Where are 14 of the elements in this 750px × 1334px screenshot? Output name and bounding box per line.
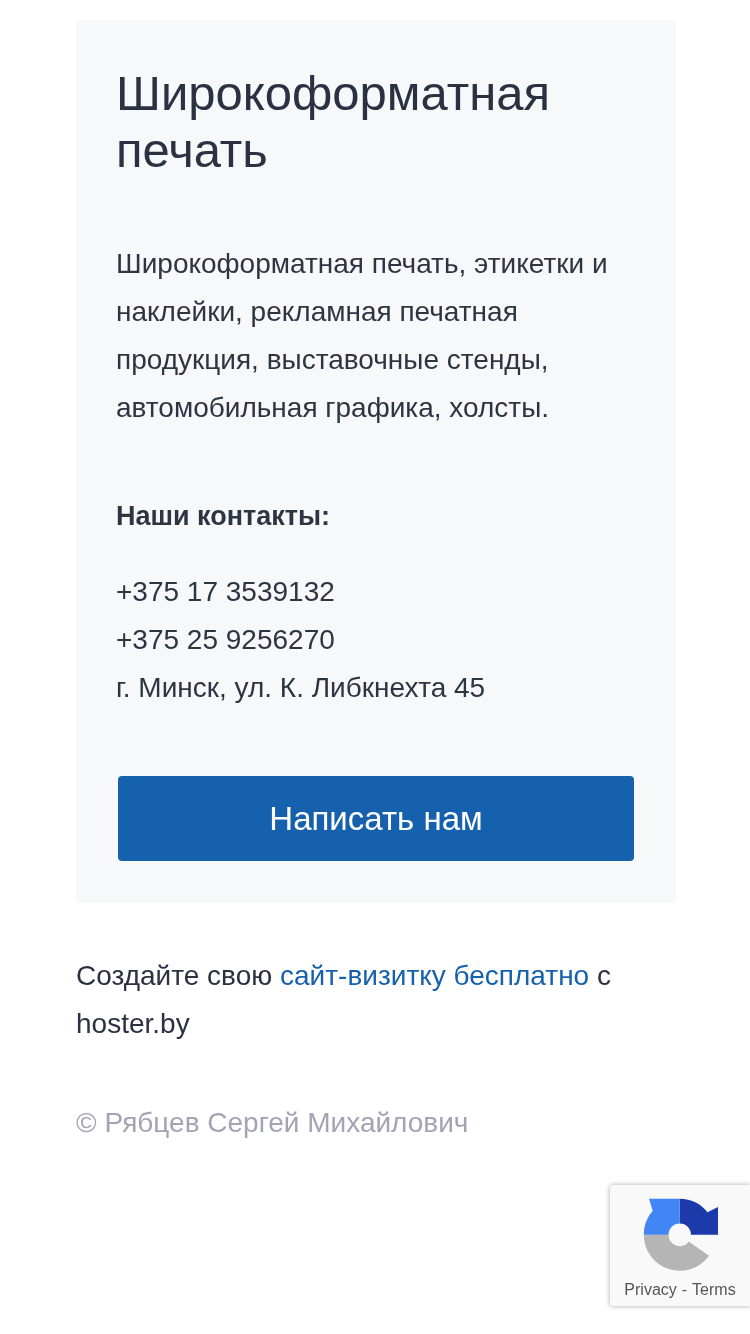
write-us-button[interactable]: Написать нам [118,776,634,861]
privacy-link[interactable]: Privacy [624,1281,677,1299]
link-separator: - [681,1281,688,1299]
circular-arrows-icon [642,1198,718,1273]
card-title: Широкоформатная печать [116,65,551,179]
phone-number: +375 25 9256270 [116,623,335,657]
terms-link[interactable]: Terms [692,1281,736,1299]
promo-link[interactable]: сайт-визитку бесплатно [280,960,590,991]
phone-number: +375 17 3539132 [116,575,335,609]
copyright-text: © Рябцев Сергей Михайлович [76,1106,470,1140]
promo-text: Создайте свою сайт-визитку бесплатно с hoster.by [76,959,612,1041]
contacts-heading: Наши контакты: [116,500,332,533]
address-text: г. Минск, ул. К. Либкнехта 45 [116,671,486,705]
card-description: Широкоформатная печать, этикетки и наклейки, рекламная печатная продукция, выставочные стенды, автомобильная графика, холсты. [116,247,609,425]
